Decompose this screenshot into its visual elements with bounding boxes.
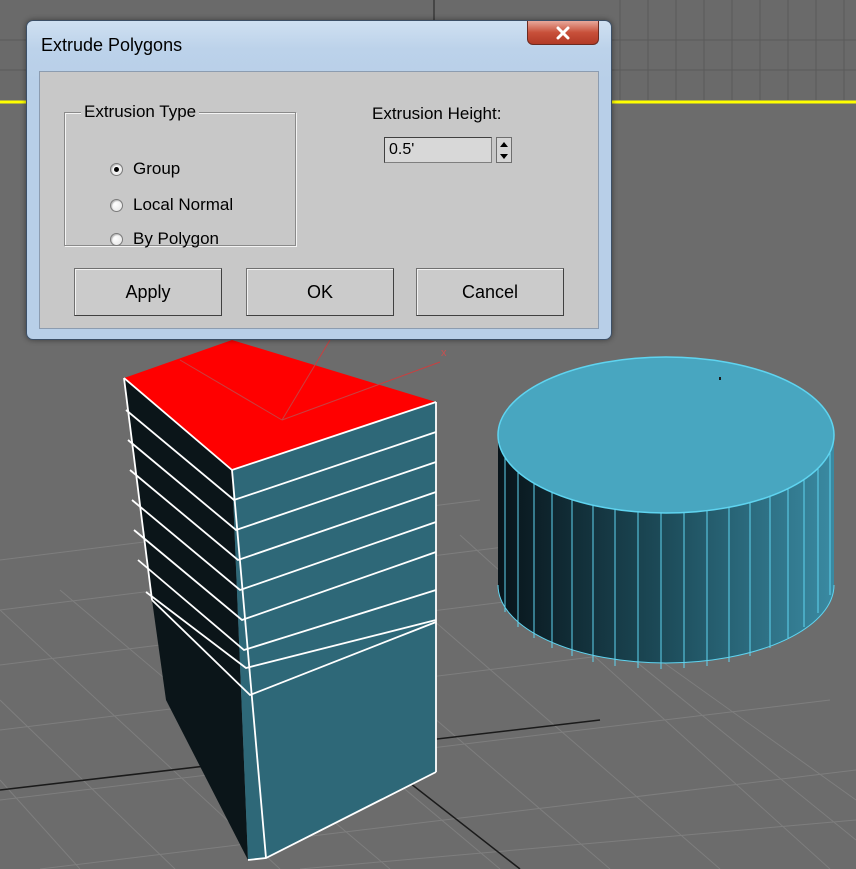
extrusion-height-label: Extrusion Height: <box>372 104 502 123</box>
radio-label-group: Group <box>133 159 181 178</box>
extrusion-height-spinner[interactable] <box>496 137 512 163</box>
x-axis-label: x <box>441 347 447 359</box>
radio-label-by-polygon: By Polygon <box>133 229 219 248</box>
radio-button-local-normal[interactable] <box>110 198 123 212</box>
spinner-up-icon[interactable] <box>497 138 511 150</box>
dialog-title: Extrude Polygons <box>41 35 183 55</box>
radio-button-group[interactable] <box>110 162 123 176</box>
close-button[interactable] <box>527 21 599 45</box>
radio-group-option[interactable]: Group <box>110 158 180 180</box>
radio-by-polygon-option[interactable]: By Polygon <box>110 228 219 250</box>
close-x-icon <box>556 26 570 39</box>
spinner-down-icon[interactable] <box>497 150 511 162</box>
cylinder-top[interactable] <box>497 356 835 514</box>
cancel-button[interactable]: Cancel <box>416 268 564 316</box>
dialog-client-area: Extrusion Type Group Local Normal By Pol… <box>39 71 599 329</box>
extrusion-height-field[interactable] <box>384 137 492 163</box>
radio-local-normal-option[interactable]: Local Normal <box>110 194 233 216</box>
radio-button-by-polygon[interactable] <box>110 232 123 246</box>
apply-button[interactable]: Apply <box>74 268 222 316</box>
radio-label-local-normal: Local Normal <box>133 195 234 214</box>
ok-button[interactable]: OK <box>246 268 394 316</box>
extrusion-type-label: Extrusion Type <box>81 102 200 122</box>
extrude-polygons-dialog: Extrude Polygons Extrusion Type Group Lo… <box>26 20 612 340</box>
